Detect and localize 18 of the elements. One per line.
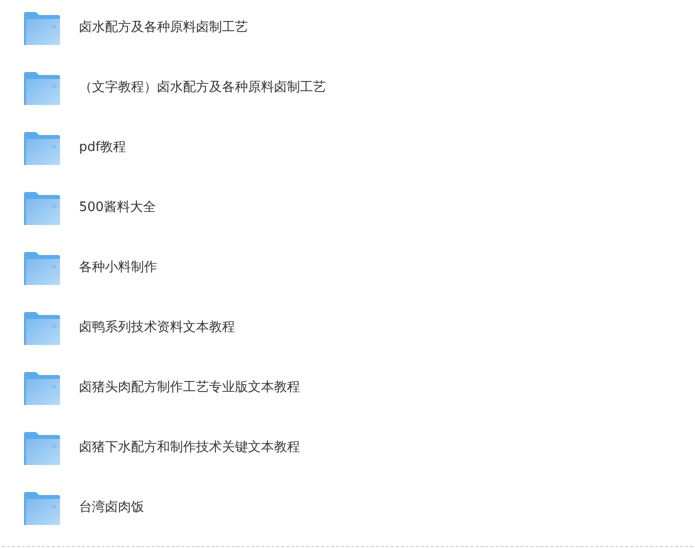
folder-name[interactable]: 500酱料大全 bbox=[79, 198, 156, 218]
folder-name[interactable]: 卤鸭系列技术资料文本教程 bbox=[79, 318, 235, 338]
folder-icon[interactable] bbox=[24, 432, 60, 464]
folder-icon[interactable] bbox=[24, 132, 60, 164]
folder-name[interactable]: 卤猪头肉配方制作工艺专业版文本教程 bbox=[79, 378, 300, 398]
folder-icon[interactable] bbox=[24, 372, 60, 404]
folder-icon[interactable] bbox=[24, 192, 60, 224]
folder-icon[interactable] bbox=[24, 252, 60, 284]
folder-icon[interactable] bbox=[24, 312, 60, 344]
folder-name[interactable]: pdf教程 bbox=[79, 138, 126, 158]
folder-icon[interactable] bbox=[24, 12, 60, 44]
folder-name[interactable]: 卤水配方及各种原料卤制工艺 bbox=[79, 18, 248, 38]
folder-name[interactable]: 台湾卤肉饭 bbox=[79, 498, 144, 518]
folder-icon[interactable] bbox=[24, 72, 60, 104]
folder-icon[interactable] bbox=[24, 492, 60, 524]
folder-name[interactable]: 各种小料制作 bbox=[79, 258, 157, 278]
folder-name[interactable]: （文字教程）卤水配方及各种原料卤制工艺 bbox=[79, 78, 326, 98]
folder-name[interactable]: 卤猪下水配方和制作技术关键文本教程 bbox=[79, 438, 300, 458]
